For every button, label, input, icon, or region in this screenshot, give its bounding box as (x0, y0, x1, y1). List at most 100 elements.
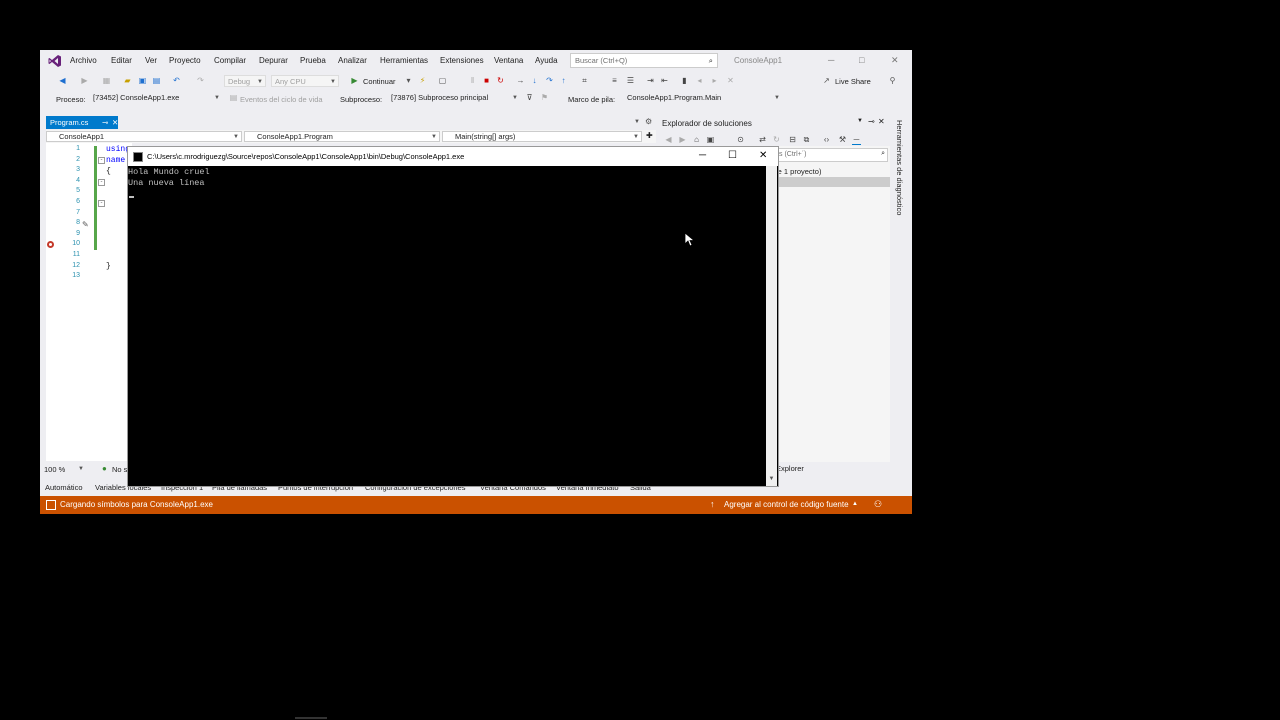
console-title-bar[interactable]: C:\Users\c.mrodriguezg\Source\repos\Cons… (128, 147, 778, 166)
new-project-icon[interactable]: ▦ (102, 76, 111, 85)
search-box[interactable]: Buscar (Ctrl+Q) ⌕ (570, 53, 718, 68)
menu-ventana[interactable]: Ventana (494, 56, 523, 65)
switch-views-icon[interactable]: ▣ (706, 135, 715, 144)
menu-editar[interactable]: Editar (111, 56, 132, 65)
show-all-files-icon[interactable]: ⧉ (802, 135, 811, 144)
panel-dropdown-icon[interactable]: ▼ (857, 118, 863, 124)
add-source-control-button[interactable]: Agregar al control de código fuente (724, 500, 849, 509)
clear-bookmarks-icon[interactable]: ✕ (726, 76, 735, 85)
hot-reload-icon[interactable]: ⚡ (418, 76, 427, 85)
collapse-icon[interactable]: - (98, 157, 105, 164)
menu-herramientas[interactable]: Herramientas (380, 56, 428, 65)
prev-bookmark-icon[interactable]: ◂ (695, 76, 704, 85)
wrench-icon[interactable]: ⚒ (838, 135, 847, 144)
back-icon[interactable]: ◀ (58, 76, 67, 85)
console-minimize-icon[interactable]: ─ (699, 150, 706, 161)
solution-node[interactable]: le 1 proyecto) (776, 167, 821, 176)
pin-icon[interactable]: ⊸ (102, 118, 108, 127)
solution-tree[interactable] (770, 146, 890, 462)
menu-prueba[interactable]: Prueba (300, 56, 326, 65)
outdent-icon[interactable]: ⇤ (660, 76, 669, 85)
console-window[interactable]: C:\Users\c.mrodriguezg\Source\repos\Cons… (127, 146, 779, 487)
collapse-icon[interactable]: - (98, 200, 105, 207)
code-editor[interactable] (46, 143, 132, 461)
step-over-icon[interactable]: ↷ (545, 76, 554, 85)
step-into-icon[interactable]: ↓ (530, 76, 539, 85)
close-icon[interactable]: ✕ (891, 55, 899, 66)
collapse-all-icon[interactable]: ⊟ (788, 135, 797, 144)
stack-frame-dropdown[interactable]: ConsoleApp1.Program.Main ▼ (624, 92, 782, 104)
maximize-icon[interactable]: □ (859, 55, 864, 65)
flag-icon[interactable]: ⚑ (540, 93, 549, 102)
step-out-icon[interactable]: ↑ (559, 76, 568, 85)
zoom-dropdown-icon[interactable]: ▼ (78, 466, 84, 472)
panel-pin-icon[interactable]: ⊸ (868, 117, 875, 126)
lifecycle-events-button[interactable]: Eventos del ciclo de vida (240, 95, 323, 104)
show-next-statement-icon[interactable]: → (516, 76, 525, 85)
menu-archivo[interactable]: Archivo (70, 56, 97, 65)
process-dropdown[interactable]: [73452] ConsoleApp1.exe ▼ (90, 92, 222, 104)
screenshot-icon[interactable]: ▢ (438, 76, 447, 85)
menu-ayuda[interactable]: Ayuda (535, 56, 558, 65)
notifications-icon[interactable]: ⚇ (874, 499, 882, 510)
forward-icon[interactable]: ▶ (80, 76, 89, 85)
filter-icon[interactable]: ⊽ (525, 93, 534, 102)
solution-explorer-tab[interactable]: Explorer (776, 464, 804, 473)
quick-actions-icon[interactable]: ✎ (82, 220, 89, 229)
preview-icon[interactable]: ─ (852, 135, 861, 145)
play-icon[interactable]: ▶ (350, 76, 359, 85)
home-icon[interactable]: ⌂ (692, 135, 701, 144)
lifecycle-icon[interactable]: ▤ (229, 93, 238, 102)
open-folder-icon[interactable]: ▰ (123, 76, 132, 85)
menu-proyecto[interactable]: Proyecto (169, 56, 201, 65)
menu-extensiones[interactable]: Extensiones (440, 56, 484, 65)
project-nav-dropdown[interactable]: ConsoleApp1 ▼ (46, 131, 242, 142)
undo-icon[interactable]: ↶ (172, 76, 181, 85)
restart-icon[interactable]: ↻ (496, 76, 505, 85)
save-all-icon[interactable]: ▤ (152, 76, 161, 85)
menu-ver[interactable]: Ver (145, 56, 157, 65)
console-close-icon[interactable]: ✕ (759, 150, 767, 161)
minimize-icon[interactable]: ─ (828, 55, 834, 65)
save-icon[interactable]: ▣ (138, 76, 147, 85)
back-icon[interactable]: ◀ (664, 135, 673, 144)
hex-icon[interactable]: ⌗ (580, 76, 589, 85)
tab-program-cs[interactable]: Program.cs ⊸ ✕ (46, 116, 118, 129)
class-nav-dropdown[interactable]: ConsoleApp1.Program ▼ (244, 131, 440, 142)
sync-icon[interactable]: ⇄ (758, 135, 767, 144)
platform-dropdown[interactable]: Any CPU ▼ (271, 75, 339, 87)
view-code-icon[interactable]: ‹› (822, 135, 831, 144)
dropdown-arrow-icon[interactable]: ▾ (404, 76, 413, 85)
redo-icon[interactable]: ↷ (196, 76, 205, 85)
pending-changes-icon[interactable]: ⊙ (736, 135, 745, 144)
gear-icon[interactable]: ⚙ (645, 117, 652, 126)
feedback-icon[interactable]: ⚲ (888, 76, 897, 85)
comment-icon[interactable]: ☰ (626, 76, 635, 85)
collapse-icon[interactable]: - (98, 179, 105, 186)
stop-icon[interactable]: ■ (482, 76, 491, 85)
live-share-button[interactable]: Live Share (835, 77, 871, 86)
tab-autos[interactable]: Automático (45, 483, 83, 492)
solution-search-input[interactable]: s (Ctrl+´) ⌕ (776, 148, 888, 162)
thread-dropdown[interactable]: [73876] Subproceso principal ▼ (388, 92, 520, 104)
split-icon[interactable]: ✚ (646, 131, 653, 140)
forward-icon[interactable]: ▶ (678, 135, 687, 144)
panel-close-icon[interactable]: ✕ (878, 117, 885, 126)
tab-close-icon[interactable]: ✕ (112, 118, 118, 127)
refresh-icon[interactable]: ↻ (772, 135, 781, 144)
live-share-icon[interactable]: ↗ (822, 76, 831, 85)
menu-compilar[interactable]: Compilar (214, 56, 246, 65)
member-nav-dropdown[interactable]: Main(string[] args) ▼ (442, 131, 642, 142)
configuration-dropdown[interactable]: Debug ▼ (224, 75, 266, 87)
pause-icon[interactable]: ‖ (468, 76, 477, 85)
menu-analizar[interactable]: Analizar (338, 56, 367, 65)
menu-depurar[interactable]: Depurar (259, 56, 288, 65)
scroll-down-icon[interactable]: ▼ (766, 476, 777, 486)
tab-overflow-icon[interactable]: ▼ (634, 119, 640, 125)
continue-button[interactable]: Continuar (363, 77, 396, 86)
indent-icon[interactable]: ⇥ (646, 76, 655, 85)
next-bookmark-icon[interactable]: ▸ (710, 76, 719, 85)
console-scrollbar[interactable]: ▼ (766, 166, 777, 486)
threads-icon[interactable]: ≡ (610, 76, 619, 85)
bookmark-icon[interactable]: ▮ (680, 76, 689, 85)
